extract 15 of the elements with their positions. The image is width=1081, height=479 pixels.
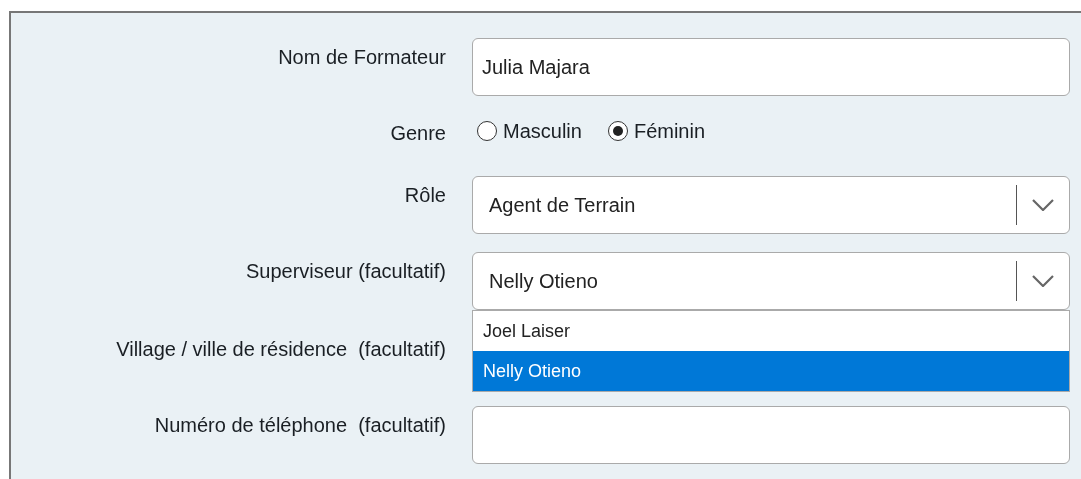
chevron-down-icon	[1032, 275, 1054, 287]
radio-option[interactable]: Féminin	[607, 116, 706, 146]
field-label: Rôle	[404, 183, 446, 208]
text-field[interactable]	[472, 406, 1070, 464]
field-label: Numéro de téléphone (facultatif)	[154, 413, 446, 438]
field-label: Superviseur (facultatif)	[245, 259, 446, 284]
radio-option[interactable]: Masculin	[477, 116, 582, 146]
field-label: Genre	[390, 121, 446, 146]
dropdown-option[interactable]: Nelly Otieno	[473, 351, 1069, 391]
dropdown-select[interactable]: Agent de Terrain	[472, 176, 1070, 234]
text-field[interactable]: Julia Majara	[472, 38, 1070, 96]
field-label: Village / ville de résidence (facultatif)	[116, 337, 446, 362]
chevron-down-icon	[1032, 199, 1054, 211]
dropdown-select[interactable]: Nelly Otieno	[472, 252, 1070, 310]
field-label: Nom de Formateur	[278, 45, 446, 70]
